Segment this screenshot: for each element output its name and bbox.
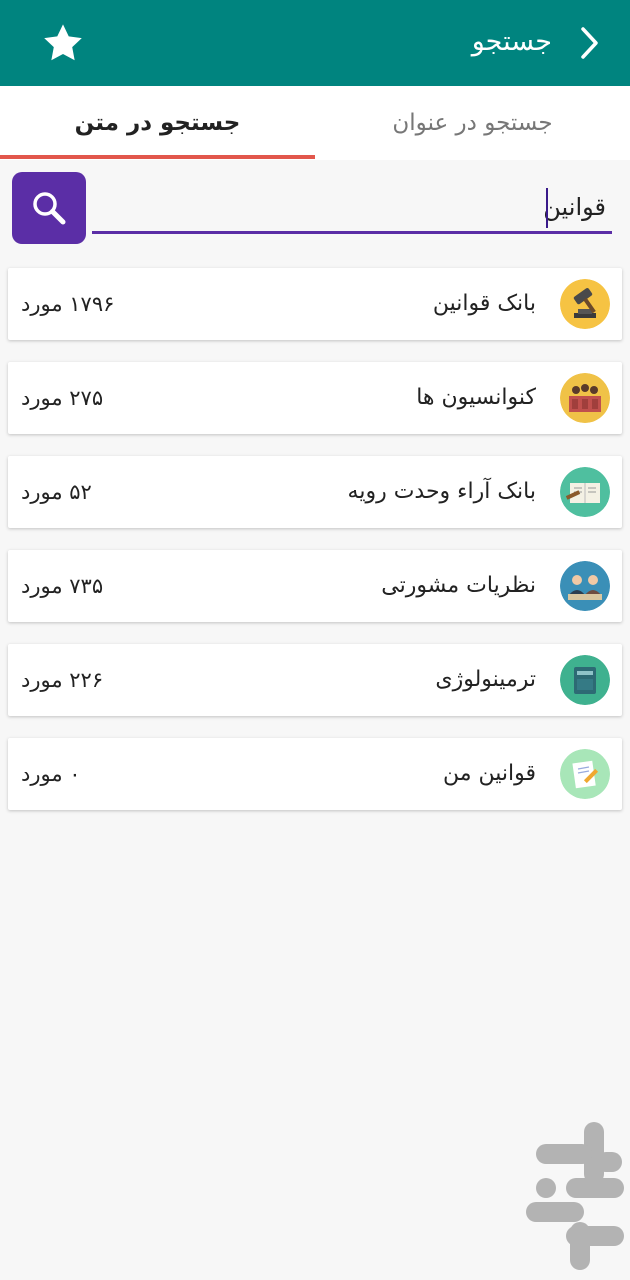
search-button[interactable] xyxy=(12,172,86,244)
result-label: کنوانسیون ها xyxy=(416,385,536,410)
result-card-my-laws[interactable]: قوانین من ۰ مورد xyxy=(8,738,622,810)
result-label: بانک آراء وحدت رویه xyxy=(347,479,536,504)
assembly-icon xyxy=(560,373,610,423)
gavel-icon xyxy=(560,279,610,329)
search-input[interactable] xyxy=(92,182,612,234)
result-label: ترمینولوژی xyxy=(435,667,536,692)
tab-bar: جستجو در عنوان جستجو در متن xyxy=(0,86,630,160)
page-title: جستجو xyxy=(471,26,552,57)
consultants-icon xyxy=(560,561,610,611)
result-count: ۰ مورد xyxy=(21,762,81,786)
result-count: ۲۷۵ مورد xyxy=(21,386,104,410)
favorite-button[interactable] xyxy=(40,20,86,66)
store-logo-icon xyxy=(522,1118,626,1274)
app-bar: جستجو xyxy=(0,0,630,86)
result-card-conventions[interactable]: کنوانسیون ها ۲۷۵ مورد xyxy=(8,362,622,434)
result-label: نظریات مشورتی xyxy=(381,573,536,598)
result-count: ۱۷۹۶ مورد xyxy=(21,292,115,316)
notes-pencil-icon xyxy=(560,749,610,799)
result-label: بانک قوانین xyxy=(432,291,536,316)
result-count: ۲۲۶ مورد xyxy=(21,668,104,692)
result-count: ۵۲ مورد xyxy=(21,480,92,504)
search-icon xyxy=(33,192,66,225)
dictionary-icon xyxy=(560,655,610,705)
back-button[interactable] xyxy=(572,24,608,62)
result-card-laws-bank[interactable]: بانک قوانین ۱۷۹۶ مورد xyxy=(8,268,622,340)
search-row xyxy=(0,160,630,256)
result-card-terminology[interactable]: ترمینولوژی ۲۲۶ مورد xyxy=(8,644,622,716)
result-label: قوانین من xyxy=(442,761,536,786)
tab-search-text[interactable]: جستجو در متن xyxy=(0,86,315,160)
star-icon xyxy=(44,24,82,61)
text-caret xyxy=(546,188,548,228)
result-count: ۷۳۵ مورد xyxy=(21,574,104,598)
tab-search-title[interactable]: جستجو در عنوان xyxy=(315,86,630,160)
tab-indicator xyxy=(0,155,315,159)
chevron-right-icon xyxy=(581,27,598,59)
result-card-advisory-opinions[interactable]: نظریات مشورتی ۷۳۵ مورد xyxy=(8,550,622,622)
result-card-unified-rulings[interactable]: بانک آراء وحدت رویه ۵۲ مورد xyxy=(8,456,622,528)
book-gavel-icon xyxy=(560,467,610,517)
